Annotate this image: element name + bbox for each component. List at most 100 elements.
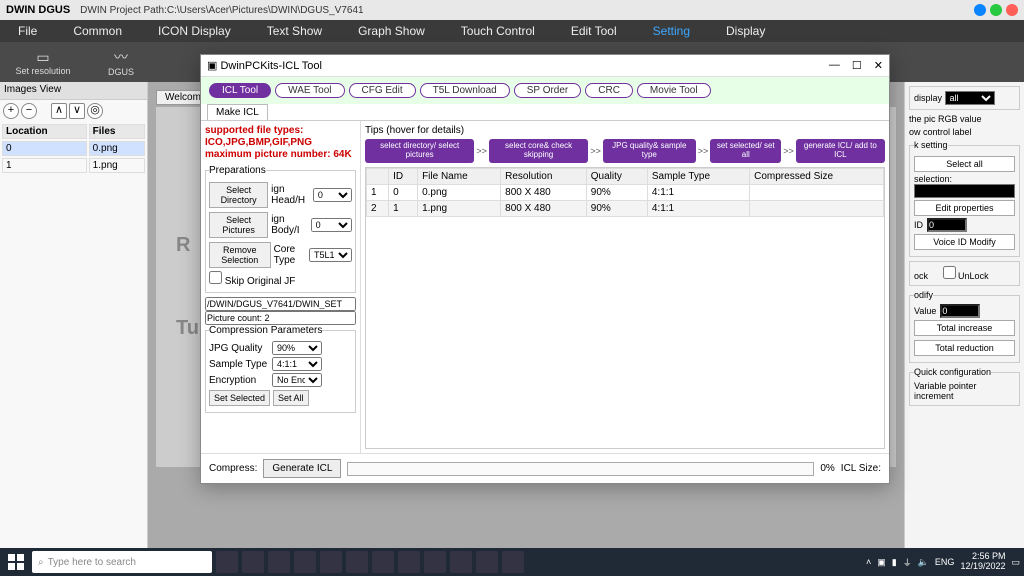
table-row[interactable]: 11.png: [2, 158, 145, 173]
tray-volume-icon[interactable]: 🔈: [918, 557, 929, 568]
close-icon[interactable]: [1006, 4, 1018, 16]
menu-display[interactable]: Display: [708, 24, 783, 38]
tray-chevron-up-icon[interactable]: ˄: [866, 557, 871, 567]
taskbar-app-icon[interactable]: [476, 551, 498, 573]
canvas-text-1: R: [176, 234, 190, 257]
windows-taskbar: ⌕ Type here to search ˄ ▣ ▮ ⏚ 🔈 ENG 2:56…: [0, 548, 1024, 576]
skip-original-checkbox[interactable]: Skip Original JF: [209, 271, 295, 287]
encryption-select[interactable]: No Encryption: [272, 373, 322, 387]
start-button[interactable]: [4, 550, 28, 574]
core-type-select[interactable]: T5L1: [309, 248, 352, 262]
head-select[interactable]: 0: [313, 188, 352, 202]
remove-selection-button[interactable]: Remove Selection: [209, 242, 271, 268]
table-row[interactable]: 00.png: [2, 141, 145, 156]
minimize-icon[interactable]: [974, 4, 986, 16]
sample-type-select[interactable]: 4:1:1: [272, 357, 322, 371]
voice-id-modify-button[interactable]: Voice ID Modify: [914, 234, 1015, 250]
tab-icl-tool[interactable]: ICL Tool: [209, 83, 271, 98]
step-1[interactable]: select directory/ select pictures: [365, 139, 474, 163]
dialog-right-panel: Tips (hover for details) select director…: [361, 121, 889, 453]
menu-common[interactable]: Common: [55, 24, 140, 38]
unlock-checkbox[interactable]: UnLock: [943, 271, 989, 281]
taskbar-app-icon[interactable]: [294, 551, 316, 573]
total-increase-button[interactable]: Total increase: [914, 320, 1015, 336]
jpg-quality-select[interactable]: 90%: [272, 341, 322, 355]
dialog-tabs: ICL Tool WAE Tool CFG Edit T5L Download …: [201, 77, 889, 104]
select-pictures-button[interactable]: Select Pictures: [209, 212, 268, 238]
system-tray: ˄ ▣ ▮ ⏚ 🔈 ENG 2:56 PM 12/19/2022 ▭: [866, 552, 1020, 572]
menu-text-show[interactable]: Text Show: [249, 24, 340, 38]
col-filename: File Name: [418, 168, 501, 184]
tab-wae-tool[interactable]: WAE Tool: [275, 83, 344, 98]
taskbar-app-icon[interactable]: [320, 551, 342, 573]
display-select[interactable]: all: [945, 91, 995, 105]
select-all-button[interactable]: Select all: [914, 156, 1015, 172]
taskbar-app-icon[interactable]: [268, 551, 290, 573]
step-2[interactable]: select core& check skipping: [489, 139, 588, 163]
dialog-minimize-icon[interactable]: —: [829, 59, 840, 72]
generate-icl-button[interactable]: Generate ICL: [263, 459, 341, 478]
value-stepper[interactable]: [940, 304, 980, 318]
taskbar-app-icon[interactable]: [242, 551, 264, 573]
tab-movie-tool[interactable]: Movie Tool: [637, 83, 711, 98]
select-directory-button[interactable]: Select Directory: [209, 182, 268, 208]
dgus-button[interactable]: 〰 DGUS: [86, 47, 156, 77]
taskbar-search[interactable]: ⌕ Type here to search: [32, 551, 212, 573]
set-selected-button[interactable]: Set Selected: [209, 390, 270, 406]
path-field[interactable]: [205, 297, 356, 311]
step-4[interactable]: set selected/ set all: [710, 139, 781, 163]
lock-label: ock: [914, 271, 928, 281]
tab-t5l-download[interactable]: T5L Download: [420, 83, 510, 98]
taskbar-app-icon[interactable]: [424, 551, 446, 573]
dialog-close-icon[interactable]: ✕: [874, 59, 883, 72]
taskbar-app-icon[interactable]: [450, 551, 472, 573]
taskbar-app-icon[interactable]: [216, 551, 238, 573]
compression-legend: Compression Parameters: [209, 325, 322, 336]
selection-select[interactable]: [914, 184, 1015, 198]
tray-notifications-icon[interactable]: ▭: [1011, 557, 1020, 568]
remove-image-button[interactable]: −: [21, 103, 37, 119]
body-select[interactable]: 0: [311, 218, 352, 232]
tray-battery-icon[interactable]: ▮: [892, 557, 897, 568]
tray-cast-icon[interactable]: ▣: [877, 557, 886, 568]
subtab-make-icl[interactable]: Make ICL: [207, 104, 268, 120]
move-up-button[interactable]: ∧: [51, 103, 67, 119]
tray-language[interactable]: ENG: [935, 557, 955, 567]
move-down-button[interactable]: ∨: [69, 103, 85, 119]
taskbar-app-icon[interactable]: [502, 551, 524, 573]
target-button[interactable]: ◎: [87, 103, 103, 119]
id-stepper[interactable]: [927, 218, 967, 232]
picture-table-area: ID File Name Resolution Quality Sample T…: [365, 167, 885, 449]
maximize-icon[interactable]: [990, 4, 1002, 16]
tab-crc[interactable]: CRC: [585, 83, 633, 98]
menu-file[interactable]: File: [0, 24, 55, 38]
step-3[interactable]: JPG quality& sample type: [603, 139, 696, 163]
chevron-right-icon: >>: [783, 146, 794, 156]
step-5[interactable]: generate ICL/ add to ICL: [796, 139, 885, 163]
tray-wifi-icon[interactable]: ⏚: [903, 556, 912, 569]
set-all-button[interactable]: Set All: [273, 390, 309, 406]
edit-properties-button[interactable]: Edit properties: [914, 200, 1015, 216]
taskbar-app-icon[interactable]: [398, 551, 420, 573]
total-reduction-button[interactable]: Total reduction: [914, 340, 1015, 356]
dialog-maximize-icon[interactable]: ☐: [852, 59, 862, 72]
taskbar-app-icon[interactable]: [372, 551, 394, 573]
add-image-button[interactable]: +: [3, 103, 19, 119]
id-label: ID: [914, 220, 923, 230]
picture-table: ID File Name Resolution Quality Sample T…: [366, 168, 884, 217]
menu-graph-show[interactable]: Graph Show: [340, 24, 443, 38]
dialog-left-panel: supported file types: ICO,JPG,BMP,GIF,PN…: [201, 121, 361, 453]
set-resolution-button[interactable]: ▭ Set resolution: [8, 49, 78, 76]
table-row[interactable]: 211.png800 X 48090%4:1:1: [367, 200, 884, 216]
table-row[interactable]: 100.png800 X 48090%4:1:1: [367, 184, 884, 200]
menu-setting[interactable]: Setting: [635, 24, 708, 38]
col-compressed-size: Compressed Size: [750, 168, 884, 184]
col-id: ID: [389, 168, 418, 184]
menu-edit-tool[interactable]: Edit Tool: [553, 24, 635, 38]
menu-touch-control[interactable]: Touch Control: [443, 24, 553, 38]
menu-icon-display[interactable]: ICON Display: [140, 24, 249, 38]
taskbar-app-icon[interactable]: [346, 551, 368, 573]
tab-cfg-edit[interactable]: CFG Edit: [349, 83, 416, 98]
head-label: ign Head/H: [271, 184, 310, 206]
tab-sp-order[interactable]: SP Order: [514, 83, 582, 98]
